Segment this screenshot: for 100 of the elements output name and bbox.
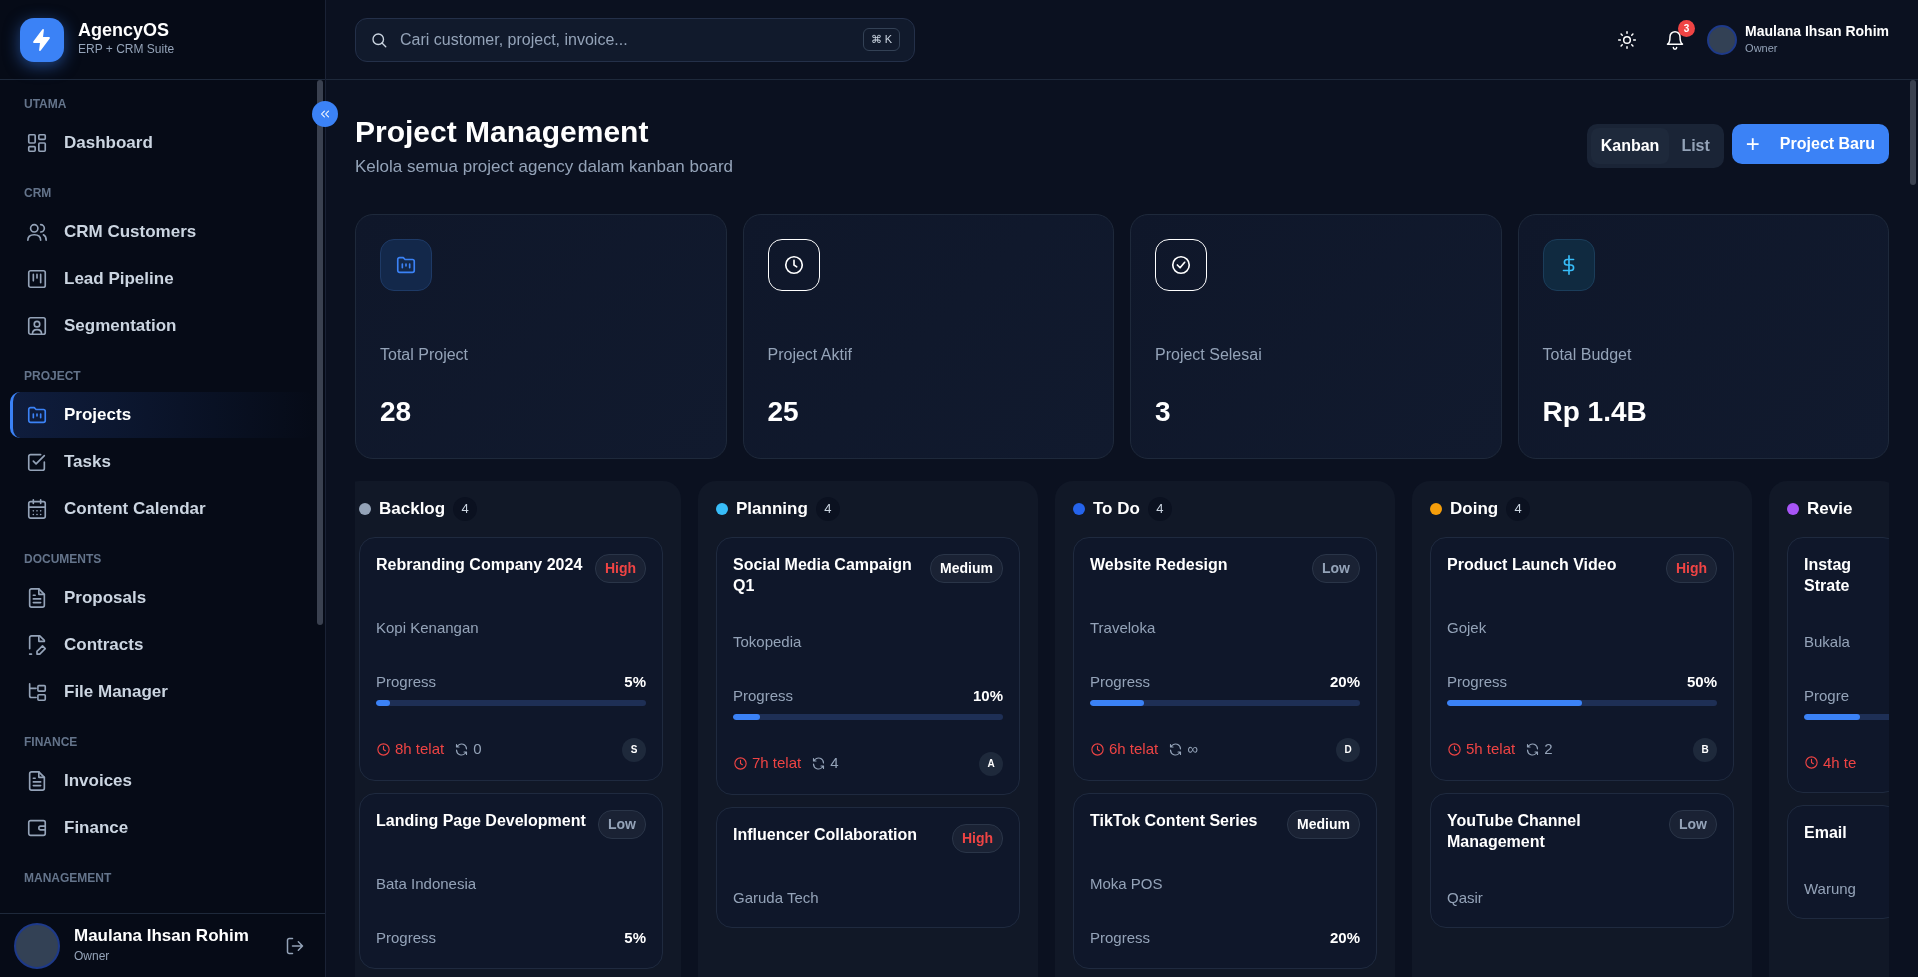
stat-value: 3 — [1155, 394, 1172, 429]
search-icon — [370, 30, 388, 49]
check-circle-icon — [1170, 253, 1192, 276]
project-card[interactable]: Website Redesign Low Traveloka Progress 20% 6h telat ∞ D — [1073, 536, 1377, 781]
priority-tag: Low — [1669, 809, 1717, 839]
avatar — [1707, 24, 1738, 55]
card-title: Social Media Campaign Q1 — [733, 554, 913, 597]
double-chevron-left-icon — [318, 107, 332, 121]
clock-icon — [376, 742, 391, 757]
priority-tag: Low — [598, 809, 646, 839]
stat-label: Project Aktif — [767, 344, 853, 365]
project-card[interactable]: Product Launch Video High Gojek Progress 50% 5h telat 2 B — [1430, 536, 1734, 781]
sidebar-item[interactable]: Tasks — [10, 439, 315, 485]
progress-label: Progress — [376, 672, 437, 692]
section-label: CRM — [23, 185, 53, 202]
assignee-avatar: S — [622, 737, 646, 762]
sidebar-item[interactable]: Invoices — [10, 758, 315, 804]
sidebar-item[interactable]: Finance — [10, 805, 315, 851]
card-title: Landing Page Development — [376, 810, 587, 831]
card-title: Rebranding Company 2024 — [376, 554, 584, 575]
project-card[interactable]: Email Warung — [1787, 805, 1889, 920]
revision-count: 2 — [1525, 738, 1553, 761]
project-card[interactable]: Instag Strate Bukala Progre 4h te — [1787, 536, 1889, 794]
progress-value: 20% — [1329, 928, 1360, 948]
client-name: Bata Indonesia — [376, 873, 478, 894]
column-title: To Do — [1093, 497, 1140, 520]
refresh-icon — [1168, 742, 1184, 757]
wallet-icon — [26, 817, 48, 839]
kanban-icon — [26, 268, 48, 290]
section-label: PROJECT — [23, 368, 82, 385]
stat-label: Total Project — [380, 344, 470, 365]
progress-label: Progress — [733, 686, 794, 707]
sidebar-item[interactable]: CRM Customers — [10, 209, 315, 255]
document-edit-icon — [26, 634, 48, 656]
column-title: Backlog — [379, 497, 446, 520]
view-tab[interactable]: Kanban — [1590, 128, 1670, 164]
column-count: 4 — [1506, 496, 1531, 521]
project-card[interactable]: Landing Page Development Low Bata Indonesia Progress 5% — [359, 792, 663, 969]
client-name: Moka POS — [1090, 873, 1164, 894]
refresh-icon — [811, 756, 827, 772]
due-status: 6h telat — [1090, 738, 1159, 761]
progress-label: Progre — [1804, 686, 1850, 707]
card-title: TikTok Content Series — [1090, 810, 1259, 831]
clock-icon — [1090, 742, 1105, 757]
search-input[interactable]: Cari customer, project, invoice... — [398, 26, 853, 53]
project-card[interactable]: TikTok Content Series Medium Moka POS Progress 20% — [1073, 792, 1377, 969]
document-icon — [26, 770, 48, 792]
folder-tree-icon — [26, 681, 48, 703]
avatar — [14, 922, 60, 969]
progress-value: 50% — [1686, 672, 1717, 692]
sidebar-item[interactable]: File Manager — [10, 669, 315, 715]
card-title: Website Redesign — [1090, 554, 1229, 575]
contact-card-icon — [26, 315, 48, 337]
project-card[interactable]: YouTube Channel Management Low Qasir — [1430, 792, 1734, 929]
search-field[interactable]: Cari customer, project, invoice... ⌘ K — [355, 17, 915, 62]
due-status: 5h telat — [1447, 738, 1516, 761]
progress-value: 5% — [624, 672, 646, 692]
priority-tag: Medium — [930, 553, 1003, 583]
client-name: Kopi Kenangan — [376, 617, 480, 638]
sidebar-item[interactable]: Proposals — [10, 575, 315, 621]
clock-icon — [733, 756, 748, 772]
sidebar-item[interactable]: Content Calendar — [10, 486, 315, 532]
section-label: DOCUMENTS — [23, 551, 103, 568]
card-title: Instag Strate — [1804, 554, 1853, 597]
sidebar-item[interactable]: Segmentation — [10, 303, 315, 349]
project-card[interactable]: Social Media Campaign Q1 Medium Tokopedia Progress 10% 7h telat 4 A — [716, 536, 1020, 795]
progress-label: Progress — [376, 928, 437, 948]
stat-value: 25 — [767, 394, 800, 429]
column-count: 4 — [453, 496, 478, 521]
logout-icon — [285, 936, 305, 957]
user-name: Maulana Ihsan Rohim — [74, 926, 250, 947]
due-status: 8h telat — [376, 738, 445, 761]
sidebar-item[interactable]: Contracts — [10, 622, 315, 668]
due-status: 7h telat — [733, 752, 802, 775]
card-title: Email — [1804, 823, 1848, 844]
sidebar-item[interactable]: Lead Pipeline — [10, 256, 315, 302]
client-name: Bukala — [1804, 631, 1851, 652]
calendar-icon — [26, 498, 48, 520]
user-role: Owner — [1745, 40, 1779, 56]
new-project-button[interactable]: + Project Baru — [1731, 124, 1889, 164]
stat-value: Rp 1.4B — [1542, 394, 1648, 429]
client-name: Qasir — [1447, 887, 1484, 908]
page-subtitle: Kelola semua project agency dalam kanban board — [355, 156, 735, 178]
progress-value: 20% — [1329, 672, 1360, 692]
folder-icon — [26, 404, 48, 426]
priority-tag: High — [1665, 553, 1717, 583]
project-card[interactable]: Rebranding Company 2024 High Kopi Kenangan Progress 5% 8h telat 0 S — [359, 536, 663, 781]
project-card[interactable]: Influencer Collaboration High Garuda Tech — [716, 806, 1020, 929]
refresh-icon — [1525, 742, 1541, 757]
assignee-avatar: B — [1693, 737, 1717, 762]
sidebar-item[interactable]: Dashboard — [10, 120, 315, 166]
collapse-button[interactable] — [312, 101, 338, 127]
clock-icon — [1447, 742, 1462, 757]
card-title: YouTube Channel Management — [1447, 810, 1582, 853]
brand-tagline: ERP + CRM Suite — [78, 41, 175, 59]
view-tab[interactable]: List — [1671, 128, 1720, 164]
sun-icon — [1617, 30, 1638, 51]
priority-tag: Low — [1312, 553, 1360, 583]
bell-icon — [1665, 30, 1686, 51]
due-status: 4h te — [1804, 751, 1857, 775]
